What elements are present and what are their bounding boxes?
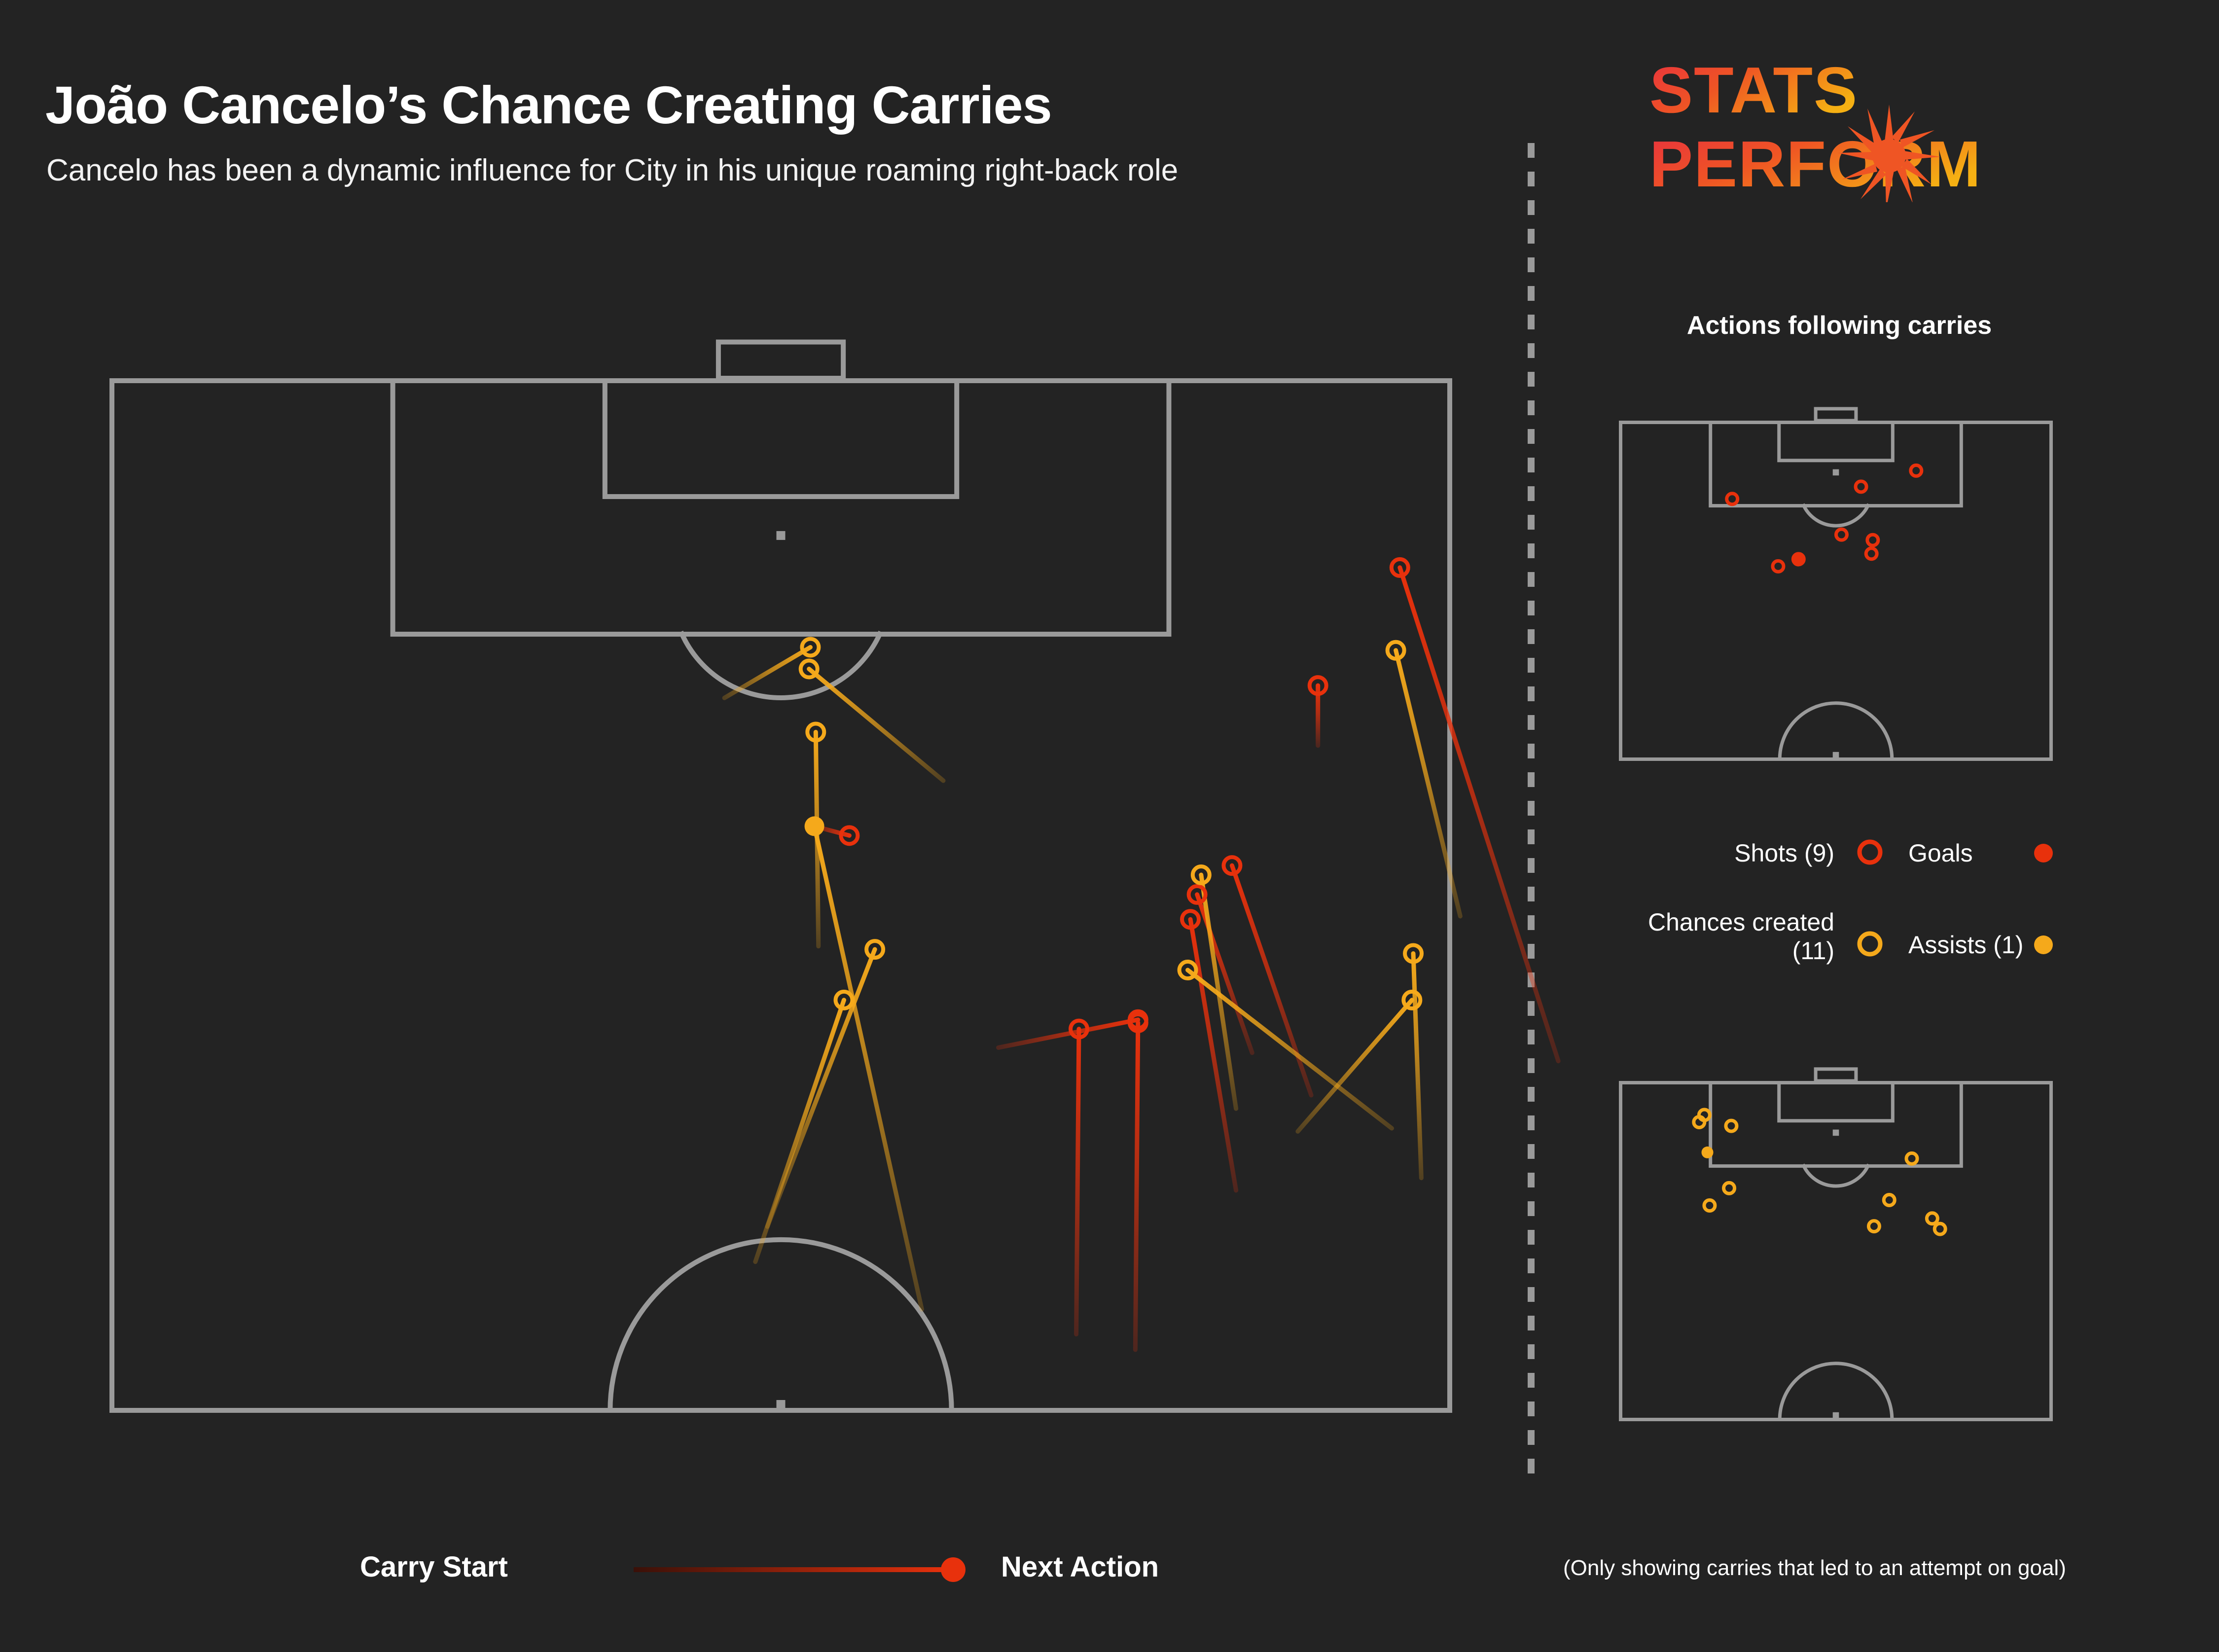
- pitch-markings: [109, 339, 1452, 1413]
- penalty-area: [1709, 421, 1963, 508]
- six-yard-box: [1777, 421, 1895, 463]
- centre-circle: [1778, 1362, 1894, 1420]
- carry-endpoint-layer: [798, 557, 1424, 1040]
- page-title: João Cancelo’s Chance Creating Carries: [45, 75, 1052, 135]
- goal: [716, 339, 846, 381]
- goal: [1814, 1067, 1858, 1083]
- shot-markers: [1725, 463, 1924, 574]
- penalty-area: [390, 378, 1172, 637]
- main-pitch: [109, 339, 1561, 1413]
- infographic-root: João Cancelo’s Chance Creating Carries C…: [0, 0, 2219, 1652]
- marker-dot: [1792, 554, 1804, 567]
- legend-label-shots: Shots (9): [1734, 839, 1834, 867]
- marker-ring: [1865, 533, 1880, 547]
- panel-divider: [1528, 143, 1535, 1484]
- six-yard-box: [602, 378, 960, 499]
- brand-line1: STATS: [1649, 59, 1858, 126]
- footnote: (Only showing carries that led to an att…: [1563, 1556, 2066, 1580]
- centre-spot: [1832, 752, 1839, 758]
- marker-legend: Shots (9) Goals Chances created (11) Ass…: [1622, 828, 2066, 986]
- pitch-markings: [1619, 407, 2053, 761]
- legend-carry-gradient-line: [634, 1567, 949, 1572]
- carry-line: [753, 998, 846, 1264]
- carry-line: [1133, 1020, 1141, 1352]
- penalty-spot: [776, 531, 786, 540]
- marker-ring: [1702, 1198, 1717, 1213]
- marker-dot: [1701, 1146, 1714, 1158]
- legend-next-action-dot: [941, 1557, 966, 1582]
- legend-marker-shots-ring: [1857, 839, 1883, 865]
- legend-label-chances-created: Chances created (11): [1647, 908, 1834, 965]
- mini-pitch-shots: [1619, 407, 2053, 761]
- goal: [1814, 407, 1858, 423]
- carry-line: [807, 667, 946, 783]
- legend-marker-assists-dot: [2034, 935, 2053, 954]
- legend-marker-goals-dot: [2034, 844, 2053, 862]
- carry-line: [722, 645, 813, 700]
- six-yard-box: [1777, 1081, 1895, 1123]
- centre-circle: [1778, 701, 1894, 759]
- marker-ring: [1925, 1211, 1939, 1226]
- marker-ring: [1724, 1118, 1739, 1133]
- marker-ring: [1722, 1181, 1737, 1195]
- carry-line: [1411, 951, 1424, 1181]
- penalty-area: [1709, 1081, 1963, 1168]
- marker-ring: [1692, 1114, 1707, 1129]
- marker-ring: [1864, 546, 1879, 561]
- marker-ring: [1771, 559, 1786, 574]
- stats-perform-logo: STATS PERFORM: [1649, 59, 2054, 202]
- carry-direction-legend: Carry Start Next Action: [360, 1544, 1297, 1603]
- legend-carry-start-label: Carry Start: [360, 1551, 508, 1583]
- legend-next-action-label: Next Action: [1001, 1551, 1159, 1583]
- pitch-markings: [1619, 1067, 2053, 1421]
- carry-line: [1295, 998, 1414, 1134]
- marker-ring: [1725, 492, 1740, 506]
- carry-line: [1074, 1027, 1081, 1337]
- carry-layer: [722, 565, 1561, 1352]
- legend-marker-chances-ring: [1857, 931, 1883, 957]
- carry-endpoint-dot: [804, 816, 824, 836]
- chance-markers: [1692, 1108, 1947, 1236]
- mini-pitch-chances-created: [1619, 1067, 2053, 1421]
- marker-ring: [1882, 1193, 1897, 1207]
- brand-line2: PERFORM: [1649, 128, 1982, 200]
- centre-spot: [776, 1400, 786, 1409]
- centre-circle: [608, 1237, 954, 1411]
- centre-spot: [1832, 1412, 1839, 1419]
- marker-ring: [1866, 1219, 1881, 1234]
- marker-ring: [1904, 1151, 1919, 1166]
- marker-ring: [1909, 463, 1924, 478]
- carry-line: [1229, 863, 1314, 1098]
- marker-ring: [1854, 479, 1868, 494]
- penalty-spot: [1832, 469, 1839, 476]
- carry-line: [1185, 968, 1394, 1131]
- page-subtitle: Cancelo has been a dynamic influence for…: [46, 153, 1179, 187]
- marker-ring: [1834, 527, 1849, 542]
- penalty-spot: [1832, 1129, 1839, 1136]
- actions-following-carries-heading: Actions following carries: [1686, 311, 1992, 340]
- carry-line: [996, 1017, 1141, 1050]
- marker-ring: [1933, 1221, 1947, 1236]
